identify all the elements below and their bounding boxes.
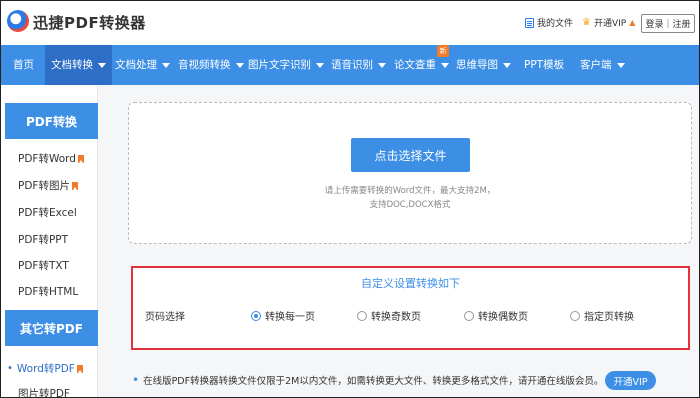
nav-item-speech-recognition[interactable]: 语音识别 xyxy=(331,45,386,85)
nav-label: 语音识别 xyxy=(331,59,373,71)
nav-item-home[interactable]: 首页 xyxy=(13,45,34,85)
radio-checked-icon xyxy=(251,310,261,321)
nav-label: 文档转换 xyxy=(51,59,93,71)
nav-item-image-ocr[interactable]: 图片文字识别 xyxy=(248,45,324,85)
app-logo-icon[interactable] xyxy=(7,10,29,32)
bullet-icon: • xyxy=(7,363,13,374)
chevron-down-icon xyxy=(316,62,324,68)
nav-item-mind-map[interactable]: 思维导图 xyxy=(456,45,511,85)
nav-label: 图片文字识别 xyxy=(248,59,311,71)
sidebar-item-label: PDF转HTML xyxy=(18,286,79,298)
nav-item-client[interactable]: 客户端 xyxy=(580,45,625,85)
nav-label: 首页 xyxy=(13,59,34,71)
sidebar-item-pdf-to-excel[interactable]: PDF转Excel xyxy=(18,205,77,220)
site-header: 迅捷PDF转换器 我的文件 ♛ 开通VIP ▲ 登录 | 注册 xyxy=(1,1,699,45)
document-icon xyxy=(525,17,534,28)
radio-label: 转换奇数页 xyxy=(371,312,421,323)
sidebar-item-pdf-to-txt[interactable]: PDF转TXT xyxy=(18,258,69,273)
nav-label: 论文查重 xyxy=(394,59,436,71)
sidebar-item-label: 图片转PDF xyxy=(18,388,70,398)
chevron-down-icon xyxy=(616,62,625,68)
open-vip-label: 开通VIP xyxy=(593,19,627,29)
radio-label: 转换偶数页 xyxy=(478,312,528,323)
nav-item-doc-process[interactable]: 文档处理 xyxy=(115,45,170,85)
crown-icon: ♛ xyxy=(582,17,591,28)
chevron-down-icon xyxy=(503,62,511,68)
hot-bookmark-icon xyxy=(71,181,78,190)
flame-icon: ▲ xyxy=(629,18,636,27)
chevron-down-icon xyxy=(162,62,170,68)
new-badge: 新 xyxy=(437,45,449,57)
page-select-label: 页码选择 xyxy=(145,312,185,323)
nav-label: 文档处理 xyxy=(115,59,157,71)
file-drop-zone[interactable] xyxy=(128,102,692,244)
radio-unchecked-icon xyxy=(464,310,474,321)
sidebar-item-label: PDF转Word xyxy=(18,153,76,165)
login-register-box: 登录 | 注册 xyxy=(641,14,695,33)
settings-title: 自定义设置转换如下 xyxy=(361,277,460,290)
chevron-down-icon xyxy=(378,62,386,68)
chevron-down-icon xyxy=(441,62,449,68)
sidebar-item-label: PDF转Excel xyxy=(18,207,77,219)
sidebar-item-label: PDF转PPT xyxy=(18,234,69,246)
sidebar-item-label: Word转PDF xyxy=(16,363,75,375)
sidebar-item-image-to-pdf[interactable]: 图片转PDF xyxy=(18,386,70,398)
sidebar-item-pdf-to-image[interactable]: PDF转图片 xyxy=(18,178,78,193)
notice-text: 在线版PDF转换器转换文件仅限于2M以内文件，如需转换更大文件、转换更多格式文件… xyxy=(143,376,604,387)
sidebar-item-pdf-to-html[interactable]: PDF转HTML xyxy=(18,284,78,299)
sidebar-section-other-to-pdf: 其它转PDF xyxy=(5,310,98,346)
nav-item-av-convert[interactable]: 音视频转换 xyxy=(178,45,244,85)
nav-label: 客户端 xyxy=(580,59,612,71)
nav-label: 音视频转换 xyxy=(178,59,231,71)
sidebar-item-pdf-to-word[interactable]: PDF转Word xyxy=(18,151,84,166)
radio-convert-odd-pages[interactable]: 转换奇数页 xyxy=(357,308,421,323)
my-files-link[interactable]: 我的文件 xyxy=(525,16,573,29)
sidebar-item-word-to-pdf[interactable]: • Word转PDF xyxy=(7,361,83,376)
nav-item-doc-convert[interactable]: 文档转换 xyxy=(45,45,112,85)
upload-hint-line1: 请上传需要转换的Word文件，最大支持2M， xyxy=(324,186,496,196)
sidebar-item-label: PDF转TXT xyxy=(18,260,69,272)
chevron-down-icon xyxy=(235,62,244,68)
radio-label: 转换每一页 xyxy=(265,312,315,323)
radio-convert-specified-pages[interactable]: 指定页转换 xyxy=(570,308,634,323)
register-link[interactable]: 注册 xyxy=(673,17,691,30)
nav-item-ppt-templates[interactable]: PPT模板 xyxy=(524,45,564,85)
sidebar-section-pdf-convert: PDF转换 xyxy=(5,103,98,139)
hot-bookmark-icon xyxy=(76,364,83,373)
sidebar-item-pdf-to-ppt[interactable]: PDF转PPT xyxy=(18,232,68,247)
upload-hint-line2: 支持DOC,DOCX格式 xyxy=(369,200,451,210)
radio-convert-even-pages[interactable]: 转换偶数页 xyxy=(464,308,528,323)
open-vip-link[interactable]: ♛ 开通VIP ▲ xyxy=(582,16,635,29)
radio-convert-every-page[interactable]: 转换每一页 xyxy=(251,308,315,323)
nav-label: 思维导图 xyxy=(456,59,498,71)
radio-label: 指定页转换 xyxy=(584,312,634,323)
size-limit-notice: • 在线版PDF转换器转换文件仅限于2M以内文件，如需转换更大文件、转换更多格式… xyxy=(132,373,603,387)
bullet-icon: • xyxy=(132,373,140,387)
login-link[interactable]: 登录 xyxy=(645,17,663,30)
sidebar-item-label: PDF转图片 xyxy=(18,180,70,192)
my-files-label: 我的文件 xyxy=(537,19,574,29)
login-separator: | xyxy=(666,18,670,29)
chevron-down-icon xyxy=(98,62,106,68)
hot-bookmark-icon xyxy=(77,154,84,163)
select-file-button[interactable]: 点击选择文件 xyxy=(351,138,470,172)
open-vip-button[interactable]: 开通VIP xyxy=(605,371,656,390)
nav-label: PPT模板 xyxy=(524,59,565,71)
browser-viewport: 迅捷PDF转换器 我的文件 ♛ 开通VIP ▲ 登录 | 注册 首页 文档转换 … xyxy=(0,0,700,398)
radio-unchecked-icon xyxy=(570,310,580,321)
radio-unchecked-icon xyxy=(357,310,367,321)
main-nav: 首页 文档转换 文档处理 音视频转换 图片文字识别 语音识别 论文查重 思维导图 xyxy=(1,45,699,85)
upload-hint: 请上传需要转换的Word文件，最大支持2M， 支持DOC,DOCX格式 xyxy=(128,184,692,212)
app-title[interactable]: 迅捷PDF转换器 xyxy=(33,12,146,33)
